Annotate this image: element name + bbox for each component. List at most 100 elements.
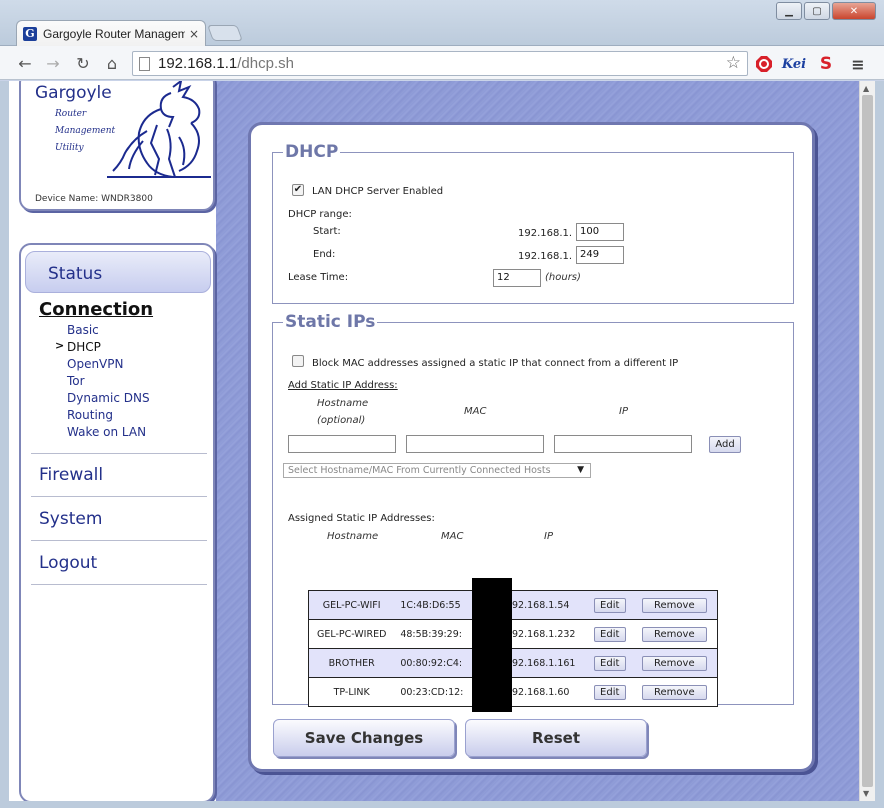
address-bar[interactable]: 192.168.1.1/dhcp.sh ☆ [132,51,748,76]
col-mac-label: MAC [464,406,487,417]
page-icon [139,56,150,71]
tab-close-icon[interactable]: × [189,27,199,41]
reload-icon[interactable]: ↻ [72,52,94,74]
edit-button[interactable]: Edit [593,655,626,671]
remove-button[interactable]: Remove [641,597,707,613]
block-mac-label: Block MAC addresses assigned a static IP… [312,358,679,369]
logo-panel: Gargoyle Router Management Utility Devic… [19,81,215,211]
window-frame-left [0,81,9,808]
row-hostname: TP-LINK [308,677,395,707]
edit-button[interactable]: Edit [593,597,626,613]
window-close-icon[interactable]: ✕ [832,2,876,20]
page-viewport: Gargoyle Router Management Utility Devic… [9,81,859,801]
remove-button[interactable]: Remove [641,626,707,642]
nav-divider [31,584,207,585]
url-path: /dhcp.sh [237,55,294,72]
block-mac-checkbox[interactable] [292,355,304,367]
new-mac-input[interactable] [406,435,544,453]
row-ip: 192.168.1.54 [505,599,570,611]
back-icon[interactable]: ← [14,52,36,74]
active-item-arrow-icon: > [55,339,65,352]
logo-title: Gargoyle [35,83,112,103]
new-hostname-input[interactable] [288,435,396,453]
nav-status[interactable]: Status [25,251,211,293]
static-ips-legend: Static IPs [283,312,378,332]
nav-status-label: Status [48,264,103,284]
remove-button[interactable]: Remove [641,655,707,671]
table-header-ip: IP [544,531,553,542]
tab-title: Gargoyle Router Managem [43,26,185,41]
minimize-icon[interactable]: ▁ [776,2,802,20]
dhcp-enabled-label: LAN DHCP Server Enabled [312,186,444,197]
nav-sub-basic[interactable]: Basic [67,323,99,337]
nav-divider [31,540,207,541]
scroll-down-icon[interactable]: ▼ [863,789,869,798]
lease-time-input[interactable]: 12 [493,269,541,287]
nav-firewall[interactable]: Firewall [39,465,103,485]
redaction-bar [472,578,512,712]
nav-sub-routing[interactable]: Routing [67,408,113,422]
nav-sub-dhcp[interactable]: DHCP [67,340,101,354]
bookmark-star-icon[interactable]: ☆ [726,53,741,73]
new-ip-input[interactable] [554,435,692,453]
nav-sub-openvpn[interactable]: OpenVPN [67,357,123,371]
dhcp-end-prefix: 192.168.1. [518,251,573,262]
row-hostname: GEL-PC-WIFI [322,599,381,611]
nav-divider [31,453,207,454]
extension-kei-icon[interactable]: Kei [782,54,806,74]
navigation-panel: Status Connection Basic > DHCP OpenVPN T… [19,243,215,801]
row-ip: 192.168.1.161 [505,648,594,678]
remove-button[interactable]: Remove [641,684,707,700]
dhcp-start-input[interactable]: 100 [576,223,624,241]
vertical-scrollbar[interactable]: ▲ ▼ [859,81,875,801]
adblock-extension-icon[interactable] [754,54,774,74]
lease-time-label: Lease Time: [288,272,349,283]
table-row: BROTHER 00:80:92:C4: 192.168.1.161 Edit … [308,648,718,678]
nav-logout[interactable]: Logout [39,553,97,573]
dhcp-range-label: DHCP range: [288,209,352,220]
lease-time-unit: (hours) [545,272,581,283]
browser-titlebar: G Gargoyle Router Managem × ▁ ▢ ✕ [0,0,884,46]
nav-sub-tor[interactable]: Tor [67,374,85,388]
maximize-icon[interactable]: ▢ [804,2,830,20]
scroll-thumb[interactable] [862,95,873,787]
scroll-up-icon[interactable]: ▲ [863,84,869,93]
connected-hosts-select-value: Select Hostname/MAC From Currently Conne… [288,465,551,476]
nav-connection[interactable]: Connection [39,299,153,320]
table-header-mac: MAC [441,531,464,542]
dhcp-section: DHCP ✔ LAN DHCP Server Enabled DHCP rang… [272,142,794,304]
dhcp-end-input[interactable]: 249 [576,246,624,264]
browser-toolbar: ← → ↻ ⌂ 192.168.1.1/dhcp.sh ☆ Kei S ≡ [0,46,884,80]
edit-button[interactable]: Edit [593,684,626,700]
table-row: GEL-PC-WIRED 48:5B:39:29: 192.168.1.232 … [308,619,718,649]
window-frame-right [875,81,884,808]
forward-icon[interactable]: → [42,52,64,74]
assigned-label: Assigned Static IP Addresses: [288,513,435,524]
edit-button[interactable]: Edit [593,626,626,642]
home-icon[interactable]: ⌂ [101,52,123,74]
chrome-menu-icon[interactable]: ≡ [848,54,868,74]
dhcp-enabled-checkbox[interactable]: ✔ [292,184,304,196]
nav-sub-dynamic-dns[interactable]: Dynamic DNS [67,391,150,405]
logo-line-utility: Utility [55,143,84,153]
dhcp-end-label: End: [313,249,336,260]
add-button[interactable]: Add [709,436,741,453]
reset-button[interactable]: Reset [465,719,647,757]
save-changes-button[interactable]: Save Changes [273,719,455,757]
device-name: Device Name: WNDR3800 [35,194,153,204]
nav-system[interactable]: System [39,509,102,529]
static-ip-table: GEL-PC-WIFI 1C:4B:D6:55 192.168.1.54 Edi… [308,590,718,707]
extension-s-icon[interactable]: S [816,54,836,74]
window-frame-bottom [0,801,884,808]
browser-tab[interactable]: G Gargoyle Router Managem × [16,20,206,46]
row-ip: 192.168.1.232 [505,619,594,649]
window-controls: ▁ ▢ ✕ [776,2,876,20]
table-row: TP-LINK 00:23:CD:12: 192.168.1.60 Edit R… [308,677,718,707]
dhcp-start-label: Start: [313,226,341,237]
select-arrow-icon: ▼ [577,465,584,475]
row-ip: 192.168.1.60 [505,677,594,707]
connected-hosts-select[interactable]: Select Hostname/MAC From Currently Conne… [283,463,591,478]
dhcp-legend: DHCP [283,142,341,162]
nav-sub-wake-on-lan[interactable]: Wake on LAN [67,425,146,439]
new-tab-button[interactable] [207,25,243,41]
